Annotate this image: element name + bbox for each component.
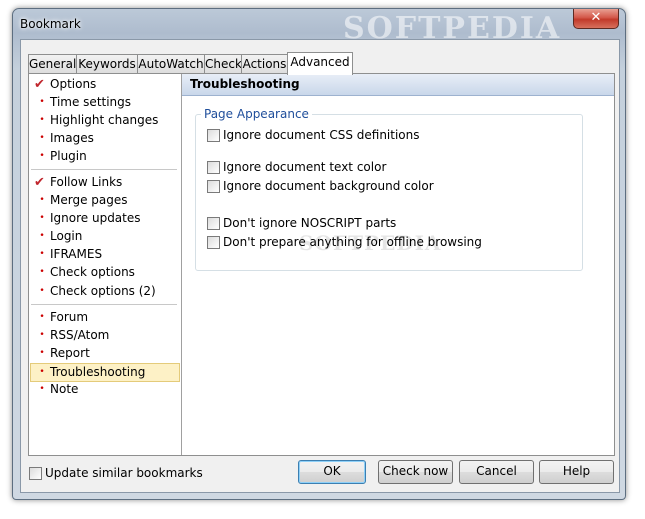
nav-item-highlight-changes[interactable]: • Highlight changes — [31, 112, 179, 129]
bullet-icon: • — [39, 384, 45, 394]
tab-advanced[interactable]: Advanced — [287, 52, 353, 75]
nav-item-label: Options — [50, 77, 97, 91]
nav-item-ignore-updates[interactable]: • Ignore updates — [31, 210, 179, 227]
help-button[interactable]: Help — [539, 460, 614, 484]
nav-item-label: Check options (2) — [50, 284, 156, 298]
advanced-panel: ✔ Options • Time settings • Highlight ch… — [28, 73, 615, 456]
ignore-bg-color-checkbox[interactable] — [207, 180, 220, 193]
cancel-button[interactable]: Cancel — [459, 460, 534, 484]
nav-separator — [31, 304, 177, 305]
nav-item-options[interactable]: ✔ Options — [31, 76, 179, 93]
nav-item-label: Ignore updates — [50, 211, 141, 225]
close-button[interactable]: ✕ — [573, 9, 619, 29]
nav-item-images[interactable]: • Images — [31, 130, 179, 147]
nav-item-merge-pages[interactable]: • Merge pages — [31, 192, 179, 209]
nav-item-forum[interactable]: • Forum — [31, 309, 179, 326]
tab-check[interactable]: Check — [204, 54, 242, 74]
nav-item-label: Highlight changes — [50, 113, 159, 127]
nav-item-check-options[interactable]: • Check options — [31, 264, 179, 281]
nav-item-report[interactable]: • Report — [31, 345, 179, 362]
window-title: Bookmark — [20, 17, 81, 31]
bullet-icon: • — [39, 195, 45, 205]
bullet-icon: • — [39, 115, 45, 125]
nav-item-label: Forum — [50, 310, 89, 324]
ignore-text-color-checkbox[interactable] — [207, 161, 220, 174]
nav-item-troubleshooting[interactable]: • Troubleshooting — [30, 363, 180, 382]
ok-button[interactable]: OK — [298, 460, 366, 484]
nav-item-label: Check options — [50, 265, 135, 279]
options-nav: ✔ Options • Time settings • Highlight ch… — [29, 74, 182, 455]
dialog-client: General Keywords AutoWatch Check Actions… — [20, 39, 620, 493]
nav-item-label: Report — [50, 346, 90, 360]
bullet-icon: • — [39, 267, 45, 277]
nav-item-note[interactable]: • Note — [31, 381, 179, 398]
update-similar-checkbox[interactable] — [29, 467, 42, 480]
bullet-icon: • — [39, 133, 45, 143]
nav-item-label: IFRAMES — [50, 247, 103, 261]
nav-item-label: Merge pages — [50, 193, 128, 207]
nav-item-login[interactable]: • Login — [31, 228, 179, 245]
bullet-icon: • — [39, 97, 45, 107]
title-bar[interactable]: Bookmark SOFTPEDIA ✕ — [13, 9, 625, 46]
nav-item-rss-atom[interactable]: • RSS/Atom — [31, 327, 179, 344]
bullet-icon: • — [39, 286, 45, 296]
bullet-icon: • — [39, 367, 45, 377]
tab-general[interactable]: General — [28, 54, 77, 74]
noscript-checkbox[interactable] — [207, 217, 220, 230]
checkbox-label: Ignore document background color — [223, 179, 434, 193]
nav-item-iframes[interactable]: • IFRAMES — [31, 246, 179, 263]
nav-item-time-settings[interactable]: • Time settings — [31, 94, 179, 111]
checkbox-label: Update similar bookmarks — [45, 466, 203, 480]
ignore-css-checkbox[interactable] — [207, 129, 220, 142]
bullet-icon: • — [39, 151, 45, 161]
bullet-icon: • — [39, 348, 45, 358]
nav-item-label: Troubleshooting — [50, 365, 146, 379]
nav-item-follow-links[interactable]: ✔ Follow Links — [31, 174, 179, 191]
tab-keywords[interactable]: Keywords — [76, 54, 138, 74]
section-header: Troubleshooting — [182, 74, 614, 96]
close-icon: ✕ — [590, 10, 602, 25]
nav-item-label: Note — [50, 382, 79, 396]
checkmark-icon: ✔ — [34, 77, 45, 92]
nav-item-label: RSS/Atom — [50, 328, 110, 342]
tab-autowatch[interactable]: AutoWatch — [137, 54, 205, 74]
nav-item-label: Login — [50, 229, 83, 243]
bullet-icon: • — [39, 213, 45, 223]
section-title: Troubleshooting — [190, 77, 300, 91]
bullet-icon: • — [39, 312, 45, 322]
nav-item-label: Follow Links — [50, 175, 123, 189]
checkbox-label: Don't ignore NOSCRIPT parts — [223, 216, 397, 230]
nav-item-check-options-2[interactable]: • Check options (2) — [31, 283, 179, 300]
offline-checkbox[interactable] — [207, 236, 220, 249]
group-title: Page Appearance — [201, 107, 312, 121]
nav-item-label: Plugin — [50, 149, 87, 163]
tab-actions[interactable]: Actions — [241, 54, 288, 74]
nav-item-plugin[interactable]: • Plugin — [31, 148, 179, 165]
nav-item-label: Images — [50, 131, 94, 145]
checkbox-label: Ignore document CSS definitions — [223, 128, 420, 142]
bullet-icon: • — [39, 231, 45, 241]
check-now-button[interactable]: Check now — [378, 460, 453, 484]
bookmark-dialog: Bookmark SOFTPEDIA ✕ General Keywords Au… — [12, 8, 626, 500]
bullet-icon: • — [39, 330, 45, 340]
nav-item-label: Time settings — [50, 95, 132, 109]
checkmark-icon: ✔ — [34, 175, 45, 190]
checkbox-label: Don't prepare anything for offline brows… — [223, 235, 482, 249]
checkbox-label: Ignore document text color — [223, 160, 387, 174]
nav-separator — [31, 169, 177, 170]
bullet-icon: • — [39, 249, 45, 259]
